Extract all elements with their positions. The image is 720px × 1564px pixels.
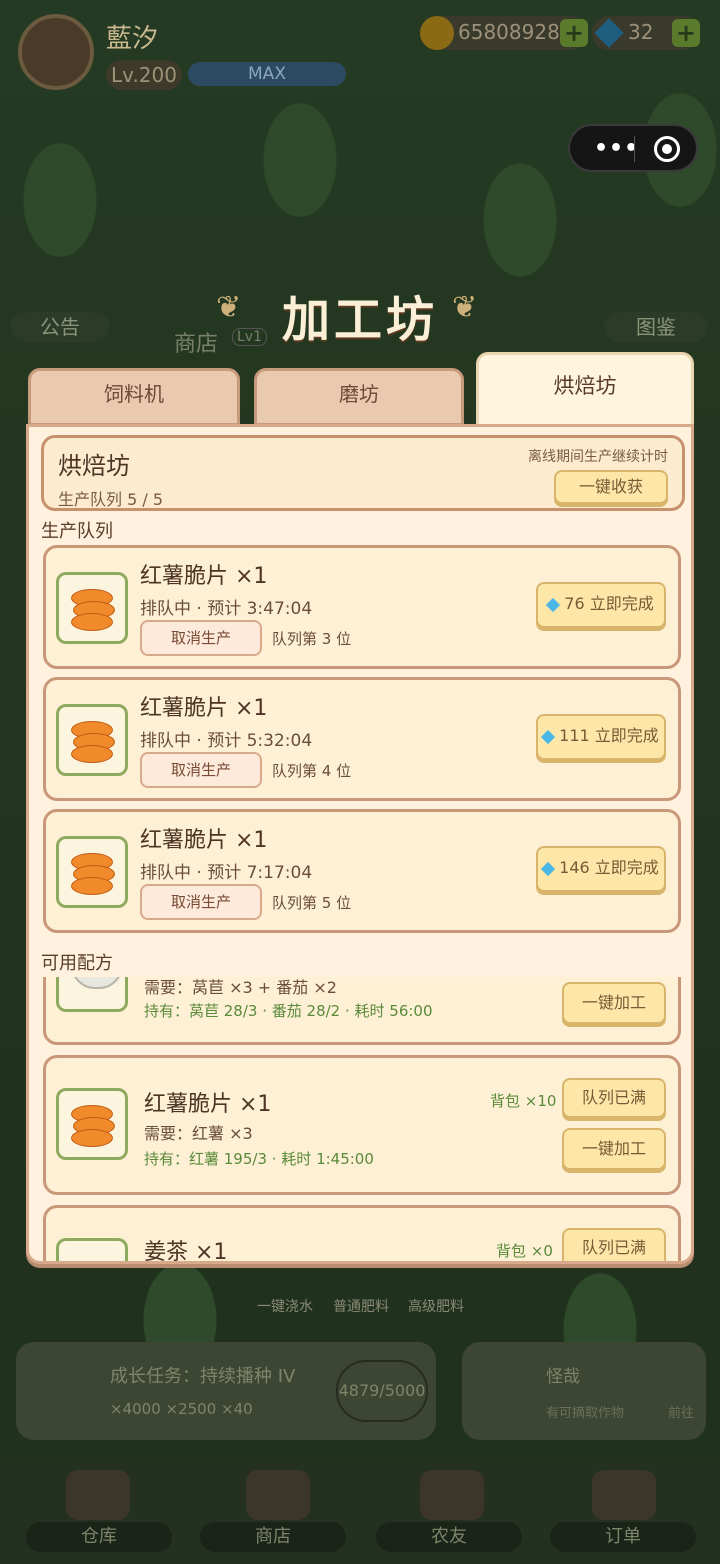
- backpack-count: 背包 ×0: [496, 1242, 553, 1260]
- queue-item-name: 红薯脆片 ×1: [140, 564, 268, 589]
- cancel-production-button[interactable]: 取消生产: [140, 884, 262, 920]
- warehouse-icon: [66, 1470, 130, 1520]
- sweet-potato-chips-icon: [56, 572, 128, 644]
- close-miniprogram-icon[interactable]: [654, 136, 680, 162]
- sweet-potato-chips-icon: [56, 704, 128, 776]
- queue-item-name: 红薯脆片 ×1: [140, 696, 268, 721]
- backpack-count: 背包 ×10: [490, 1092, 557, 1110]
- sweet-potato-chips-icon: [56, 836, 128, 908]
- gem-icon: [594, 18, 624, 48]
- gem-icon: [546, 597, 561, 612]
- task-text: 成长任务：持续播种 IV: [110, 1366, 296, 1387]
- capsule-divider: [634, 136, 635, 162]
- modal-title: 加工坊: [281, 292, 438, 348]
- bakery-header: 烘焙坊 生产队列 5 / 5 离线期间生产继续计时 一键收获: [41, 435, 685, 511]
- queue-position: 队列第 5 位: [272, 894, 352, 912]
- gem-counter: 32 +: [592, 16, 700, 50]
- queue-item: 红薯脆片 ×1 排队中 · 预计 7:17:04 取消生产 队列第 5 位 14…: [43, 809, 681, 933]
- gem-icon: [541, 729, 556, 744]
- offline-note: 离线期间生产继续计时: [528, 449, 668, 465]
- coin-counter: 65808928 +: [420, 16, 588, 50]
- queue-full-button[interactable]: 队列已满: [562, 1078, 666, 1118]
- queue-section-label: 生产队列: [41, 521, 113, 542]
- more-menu-icon[interactable]: •••: [594, 136, 639, 161]
- tab-feed-machine[interactable]: 饲料机: [28, 368, 240, 426]
- instant-finish-button[interactable]: 146 立即完成: [536, 846, 666, 892]
- sweet-potato-chips-icon: [56, 1088, 128, 1160]
- nav-orders[interactable]: 订单: [550, 1522, 696, 1552]
- tab-mill[interactable]: 磨坊: [254, 368, 464, 426]
- coin-amount: 65808928: [458, 20, 560, 44]
- instant-finish-button[interactable]: 76 立即完成: [536, 582, 666, 628]
- queue-item-name: 红薯脆片 ×1: [140, 828, 268, 853]
- queue-item-status: 排队中 · 预计 3:47:04: [140, 599, 313, 619]
- panel-scroll-area[interactable]: 烘焙坊 生产队列 5 / 5 离线期间生产继续计时 一键收获 生产队列 红薯脆片…: [29, 427, 691, 1261]
- process-one-click-button[interactable]: 一键加工: [562, 1128, 666, 1170]
- queue-item: 红薯脆片 ×1 排队中 · 预计 3:47:04 取消生产 队列第 3 位 76…: [43, 545, 681, 669]
- recipe-card-ginger-tea: 姜茶 ×1 背包 ×0 队列已满: [43, 1205, 681, 1261]
- queue-item: 红薯脆片 ×1 排队中 · 预计 5:32:04 取消生产 队列第 4 位 11…: [43, 677, 681, 801]
- cancel-production-button[interactable]: 取消生产: [140, 752, 262, 788]
- recipe-requirements: 需要：莴苣 ×3 + 番茄 ×2: [144, 978, 337, 997]
- recipe-holdings: 持有：莴苣 28/3 · 番茄 28/2 · 耗时 56:00: [144, 1002, 433, 1020]
- npc-panel[interactable]: [462, 1342, 706, 1440]
- nav-warehouse[interactable]: 仓库: [26, 1522, 172, 1552]
- npc-hint: 有可摘取作物: [546, 1406, 625, 1421]
- collect-all-button[interactable]: 一键收获: [554, 470, 668, 504]
- miniprogram-capsule: •••: [568, 124, 698, 172]
- nav-shop[interactable]: 商店: [200, 1522, 346, 1552]
- player-name: 藍汐: [106, 24, 159, 54]
- queue-position: 队列第 3 位: [272, 630, 352, 648]
- queue-full-button[interactable]: 队列已满: [562, 1228, 666, 1261]
- queue-item-status: 排队中 · 预计 5:32:04: [140, 731, 313, 751]
- recipes-header-bg: 可用配方: [29, 935, 691, 977]
- process-one-click-button[interactable]: 一键加工: [562, 982, 666, 1024]
- player-avatar[interactable]: [18, 14, 94, 90]
- level-progress-bar: MAX: [188, 62, 346, 86]
- tab-bakery[interactable]: 烘焙坊: [476, 352, 694, 428]
- player-level: Lv.200: [106, 60, 182, 90]
- ginger-tea-icon: [56, 1238, 128, 1261]
- advanced-fertilizer-label[interactable]: 高级肥料: [400, 1296, 472, 1324]
- quick-water-label[interactable]: 一键浇水: [250, 1296, 320, 1324]
- gem-icon: [541, 861, 556, 876]
- friends-icon: [420, 1470, 484, 1520]
- recipes-section-label: 可用配方: [41, 953, 113, 974]
- add-coins-button[interactable]: +: [560, 19, 588, 47]
- coin-icon: [420, 16, 454, 50]
- queue-item-status: 排队中 · 预计 7:17:04: [140, 863, 313, 883]
- npc-name: 怪哉: [546, 1367, 580, 1387]
- bakery-title: 烘焙坊: [58, 452, 130, 480]
- title-right-leaf-icon: ❦: [452, 290, 478, 325]
- task-rewards: ×4000 ×2500 ×40: [110, 1400, 253, 1418]
- recipe-holdings: 持有：红薯 195/3 · 耗时 1:45:00: [144, 1150, 374, 1168]
- recipe-requirements: 需要：红薯 ×3: [144, 1124, 253, 1143]
- task-progress: 4879/5000: [336, 1360, 428, 1422]
- nav-friends[interactable]: 农友: [376, 1522, 522, 1552]
- npc-goto-button[interactable]: 前往: [668, 1402, 694, 1421]
- normal-fertilizer-label[interactable]: 普通肥料: [326, 1296, 396, 1324]
- gem-amount: 32: [628, 20, 654, 44]
- orders-icon: [592, 1470, 656, 1520]
- add-gems-button[interactable]: +: [672, 19, 700, 47]
- queue-position: 队列第 4 位: [272, 762, 352, 780]
- recipe-card-chips: 红薯脆片 ×1 需要：红薯 ×3 持有：红薯 195/3 · 耗时 1:45:0…: [43, 1055, 681, 1195]
- queue-count: 生产队列 5 / 5: [58, 490, 164, 509]
- instant-finish-button[interactable]: 111 立即完成: [536, 714, 666, 760]
- workshop-panel: 烘焙坊 生产队列 5 / 5 离线期间生产继续计时 一键收获 生产队列 红薯脆片…: [26, 424, 694, 1264]
- recipe-name: 红薯脆片 ×1: [144, 1092, 272, 1117]
- shop-icon: [246, 1470, 310, 1520]
- cancel-production-button[interactable]: 取消生产: [140, 620, 262, 656]
- recipe-name: 姜茶 ×1: [144, 1240, 228, 1261]
